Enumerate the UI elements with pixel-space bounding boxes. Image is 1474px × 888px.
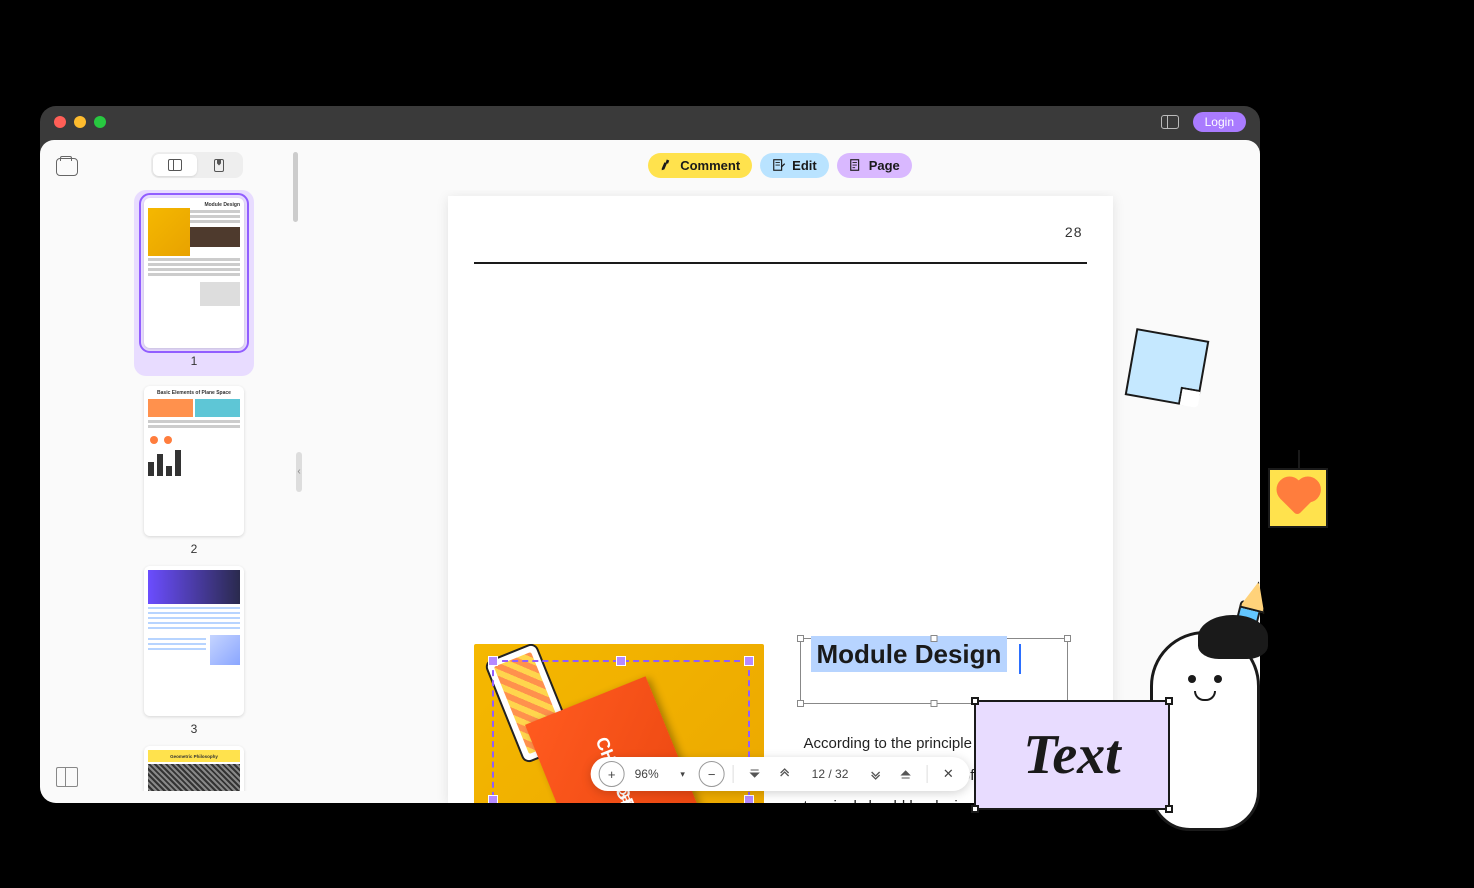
panel-icon (168, 159, 182, 171)
thumbnails-list[interactable]: Module Design 1 Basic Elements of Plane … (104, 190, 290, 791)
sidebar-toggle-icon[interactable] (1161, 115, 1179, 129)
thumbnail-2[interactable]: Basic Elements of Plane Space 2 (104, 386, 284, 556)
window-zoom-button[interactable] (94, 116, 106, 128)
thumbnail-number: 2 (104, 542, 284, 556)
thumbnail-4[interactable]: Geometric Philosophy (104, 746, 284, 791)
close-toolbar-button[interactable]: ✕ (935, 761, 961, 787)
thumb-title: Geometric Philosophy (148, 750, 240, 762)
text-card-decoration: Text (974, 700, 1170, 810)
zoom-dropdown[interactable] (669, 761, 695, 787)
files-icon[interactable] (56, 158, 78, 176)
crop-handle-l[interactable] (488, 795, 498, 803)
page-indicator: 12 / 32 (802, 767, 859, 781)
frame-handle[interactable] (797, 635, 804, 642)
last-page-button[interactable] (892, 761, 918, 787)
heart-card-decoration (1268, 468, 1328, 528)
mode-label: Comment (680, 158, 740, 173)
thumbnail-3[interactable]: 3 (104, 566, 284, 736)
page-mode-button[interactable]: Page (837, 153, 912, 178)
app-window: Login Module Design (40, 106, 1260, 803)
thumbnail-sidebar: Module Design 1 Basic Elements of Plane … (94, 140, 300, 803)
text-caret (1019, 644, 1021, 674)
bookmark-icon (214, 159, 224, 172)
zoom-out-button[interactable]: − (699, 761, 725, 787)
bottom-toolbar: + 96% − 12 / 32 ✕ (591, 757, 970, 791)
thumbnail-number: 3 (104, 722, 284, 736)
highlighter-icon (660, 158, 674, 172)
mode-label: Edit (792, 158, 817, 173)
next-page-button[interactable] (862, 761, 888, 787)
text-decoration-label: Text (1023, 723, 1120, 787)
crop-handle-t[interactable] (616, 656, 626, 666)
frame-handle[interactable] (930, 635, 937, 642)
page-doc-icon (849, 158, 863, 172)
left-rail (40, 140, 94, 803)
login-button[interactable]: Login (1193, 112, 1246, 132)
first-page-button[interactable] (742, 761, 768, 787)
scrollbar[interactable] (293, 152, 298, 222)
frame-handle[interactable] (930, 700, 937, 707)
mode-label: Page (869, 158, 900, 173)
bookmarks-view-button[interactable] (197, 154, 241, 176)
window-close-button[interactable] (54, 116, 66, 128)
titlebar: Login (40, 106, 1260, 138)
thumbnail-1[interactable]: Module Design 1 (134, 190, 254, 376)
sidebar-view-toggle (151, 152, 243, 178)
crop-handle-tr[interactable] (744, 656, 754, 666)
crop-handle-r[interactable] (744, 795, 754, 803)
zoom-level: 96% (629, 767, 665, 781)
frame-handle[interactable] (1064, 635, 1071, 642)
mode-toolbar: Comment Edit Page (300, 140, 1260, 190)
sticky-note-decoration (1125, 328, 1210, 408)
window-minimize-button[interactable] (74, 116, 86, 128)
thumbnail-number: 1 (142, 354, 246, 368)
page-number: 28 (1065, 224, 1083, 240)
character-illustration (1150, 585, 1310, 845)
thumbnails-view-button[interactable] (153, 154, 197, 176)
reader-icon[interactable] (56, 767, 78, 785)
prev-page-button[interactable] (772, 761, 798, 787)
zoom-in-button[interactable]: + (599, 761, 625, 787)
thumb-title: Basic Elements of Plane Space (148, 390, 240, 396)
page-rule (474, 262, 1087, 264)
page-heading[interactable]: Module Design (811, 636, 1008, 672)
edit-mode-button[interactable]: Edit (760, 153, 829, 178)
edit-doc-icon (772, 158, 786, 172)
heading-text-frame[interactable]: Module Design (800, 638, 1068, 704)
frame-handle[interactable] (797, 700, 804, 707)
comment-mode-button[interactable]: Comment (648, 153, 752, 178)
